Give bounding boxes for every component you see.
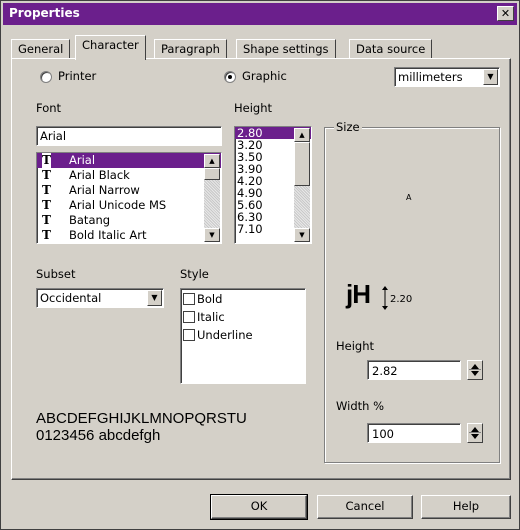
scroll-down-icon[interactable]: ▼ [204, 228, 220, 242]
properties-dialog: Properties ✕ General Character Paragraph… [0, 0, 520, 530]
size-height-spinner[interactable] [467, 360, 483, 380]
unit-select-value: millimeters [398, 70, 463, 84]
size-width-spinner[interactable] [467, 423, 483, 443]
truetype-icon: T [42, 183, 51, 197]
spin-divider [469, 432, 481, 433]
size-width-value: 100 [372, 427, 394, 441]
italic-checkbox[interactable]: Italic [181, 308, 305, 326]
cancel-button[interactable]: Cancel [317, 495, 413, 519]
truetype-icon: T [42, 198, 51, 212]
tab-paragraph[interactable]: Paragraph [154, 39, 227, 59]
truetype-icon: T [42, 168, 51, 182]
tab-shape-settings[interactable]: Shape settings [236, 39, 336, 59]
jh-preview: jH [346, 279, 371, 310]
jh-height-value: 2.20 [390, 294, 413, 305]
subset-label: Subset [36, 267, 76, 281]
printer-radio-label: Printer [58, 69, 97, 83]
title-bar[interactable]: Properties ✕ [3, 3, 517, 25]
scroll-up-icon[interactable]: ▲ [294, 128, 310, 142]
unit-select[interactable]: millimeters ▼ [394, 67, 500, 87]
size-preview-glyph: A [406, 193, 412, 202]
tab-general[interactable]: General [11, 39, 71, 59]
font-list-item[interactable]: T Arial Narrow [37, 183, 221, 198]
close-icon: ✕ [500, 7, 511, 20]
ok-button[interactable]: OK [210, 494, 308, 520]
style-label: Style [180, 267, 209, 281]
font-list-item[interactable]: T Batang [37, 213, 221, 228]
checkbox-box[interactable] [183, 293, 195, 305]
height-label: Height [234, 101, 273, 115]
font-list-item[interactable]: T Arial Black [37, 168, 221, 183]
checkbox-box[interactable] [183, 311, 195, 323]
tab-character[interactable]: Character [75, 35, 146, 60]
scroll-thumb[interactable] [204, 168, 220, 180]
help-button[interactable]: Help [421, 495, 511, 519]
underline-checkbox[interactable]: Underline [181, 326, 305, 344]
spin-down-icon[interactable] [471, 434, 479, 439]
font-list-scrollbar[interactable]: ▲ ▼ [204, 154, 220, 242]
font-list-item[interactable]: T Arial Unicode MS [37, 198, 221, 213]
size-width-label: Width % [336, 399, 384, 413]
truetype-icon: T [42, 213, 51, 227]
font-sample-line1: ABCDEFGHIJKLMNOPQRSTU [36, 410, 247, 427]
font-name-value: Arial [40, 129, 67, 143]
dialog-title: Properties [9, 6, 80, 20]
spin-down-icon[interactable] [471, 371, 479, 376]
height-list[interactable]: 2.80 3.20 3.50 3.90 4.20 4.90 5.60 6.30 … [234, 126, 312, 244]
printer-radio[interactable] [40, 71, 52, 83]
scroll-down-icon[interactable]: ▼ [294, 228, 310, 242]
style-list: Bold Italic Underline [180, 288, 306, 384]
size-group-label: Size [334, 120, 362, 134]
spin-divider [469, 369, 481, 370]
chevron-down-icon[interactable]: ▼ [147, 290, 162, 306]
font-list[interactable]: T Arial T Arial Black T Arial Narrow T Arial… [36, 152, 222, 244]
subset-select[interactable]: Occidental ▼ [36, 288, 164, 308]
checkbox-box[interactable] [183, 329, 195, 341]
truetype-icon: T [42, 153, 51, 168]
font-name-input[interactable]: Arial [36, 126, 222, 146]
height-list-scrollbar[interactable]: ▲ ▼ [294, 128, 310, 242]
size-height-input[interactable]: 2.82 [367, 360, 461, 380]
truetype-icon: T [42, 228, 51, 242]
font-label: Font [36, 101, 62, 115]
font-sample-line2: 0123456 abcdefgh [36, 427, 161, 444]
size-width-input[interactable]: 100 [367, 423, 461, 443]
close-button[interactable]: ✕ [497, 6, 514, 21]
scroll-thumb[interactable] [294, 142, 310, 186]
size-height-label: Height [336, 339, 375, 353]
graphic-radio-label: Graphic [242, 69, 287, 83]
character-tab-panel: Printer Graphic millimeters ▼ Font Arial… [11, 58, 511, 480]
jh-preview-text: jH [346, 279, 371, 309]
size-height-value: 2.82 [372, 364, 398, 378]
tab-data-source[interactable]: Data source [349, 39, 433, 59]
bold-checkbox[interactable]: Bold [181, 290, 305, 308]
font-list-item[interactable]: T Arial [37, 153, 221, 168]
graphic-radio[interactable] [224, 71, 236, 83]
subset-select-value: Occidental [40, 291, 102, 305]
radio-selected-dot [228, 75, 232, 79]
font-list-item[interactable]: T Bold Italic Art [37, 228, 221, 243]
height-arrow-icon [382, 286, 388, 310]
scroll-up-icon[interactable]: ▲ [204, 154, 220, 168]
chevron-down-icon[interactable]: ▼ [483, 69, 498, 85]
